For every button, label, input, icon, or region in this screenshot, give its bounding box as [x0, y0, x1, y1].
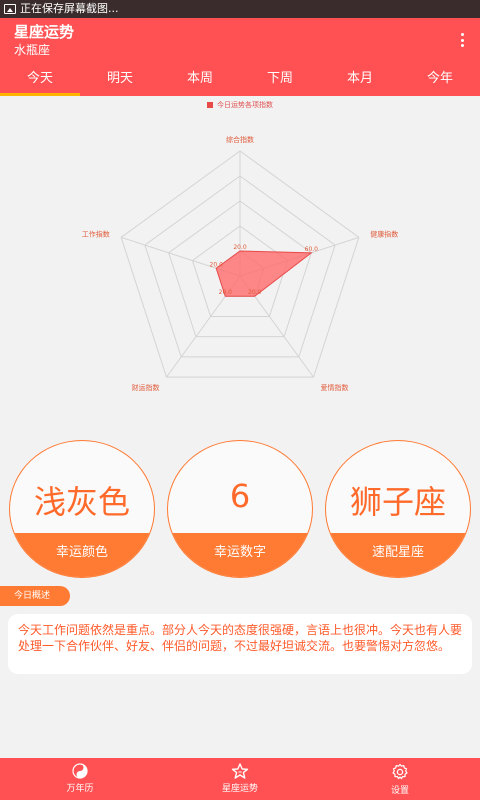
lucky-color-value: 浅灰色: [33, 483, 130, 521]
star-icon: ♒: [231, 763, 249, 779]
lucky-color-card: 浅灰色 幸运颜色: [9, 440, 155, 578]
radar-chart: 20.0 60.0 20.0 20.0 20.0 综合指数健康指数爱情指数 财运指数 工作指数: [82, 135, 399, 392]
radar-chart-area: 今日运势各项指数 20.0 60.0 20.0 20.0 20.0 综合指数 健康指数 爱情指…: [0, 96, 480, 446]
nav-item-calendar[interactable]: 万年历: [0, 758, 160, 800]
gear-icon: [392, 763, 408, 780]
nav-item-horoscope[interactable]: ♒ 星座运势: [160, 758, 320, 800]
tab-today[interactable]: 今天: [0, 66, 80, 96]
radar-value-label: 20.0: [248, 289, 262, 296]
lucky-number-card: 6 幸运数字: [167, 440, 313, 578]
lucky-cards: 浅灰色 幸运颜色 6 幸运数字 狮子座 速配星座: [0, 440, 480, 580]
radar-value-label: 20.0: [219, 289, 233, 296]
tab-tomorrow[interactable]: 明天: [80, 66, 160, 96]
tab-this-year[interactable]: 今年: [400, 66, 480, 96]
match-sign-value: 狮子座: [349, 483, 446, 521]
nav-item-settings[interactable]: 设置: [320, 758, 480, 800]
nav-label-settings: 设置: [390, 786, 409, 796]
radar-axis-label: 健康指数: [370, 230, 398, 239]
period-tabs: 今天 明天 本周 下周 本月 今年: [0, 66, 480, 96]
lucky-number-value: 6: [229, 477, 251, 515]
app-subtitle: 水瓶座: [14, 43, 51, 57]
tab-this-month[interactable]: 本月: [320, 66, 400, 96]
lucky-color-label: 幸运颜色: [10, 533, 154, 577]
notification-text: 正在保存屏幕截图...: [20, 2, 119, 15]
bottom-nav: 万年历 ♒ 星座运势 设置: [0, 758, 480, 800]
radar-axis-label: 综合指数: [226, 135, 254, 144]
app-bar: 星座运势 水瓶座: [0, 18, 480, 66]
match-sign-label: 速配星座: [326, 533, 470, 577]
yin-yang-icon: [72, 763, 88, 779]
summary-text: 今天工作问题依然是重点。部分人今天的态度很强硬，言语上也很冲。今天也有人要处理一…: [8, 614, 472, 674]
lucky-number-label: 幸运数字: [168, 533, 312, 577]
tab-next-week[interactable]: 下周: [240, 66, 320, 96]
image-icon: [4, 4, 16, 14]
more-options-icon[interactable]: [458, 30, 466, 50]
status-bar: 正在保存屏幕截图...: [0, 0, 480, 18]
radar-axis-label: 工作指数: [82, 230, 110, 239]
summary-title: 今日概述: [0, 586, 70, 606]
radar-axis-label: 爱情指数: [321, 383, 349, 392]
radar-axis-label: 财运指数: [131, 383, 159, 392]
svg-text:♒: ♒: [238, 770, 243, 776]
app-title: 星座运势: [14, 23, 75, 41]
tab-this-week[interactable]: 本周: [160, 66, 240, 96]
match-sign-card: 狮子座 速配星座: [325, 440, 471, 578]
radar-value-label: 20.0: [233, 244, 247, 251]
nav-label-calendar: 万年历: [66, 784, 94, 794]
radar-value-label: 20.0: [210, 261, 224, 268]
nav-label-horoscope: 星座运势: [221, 784, 258, 794]
radar-value-label: 60.0: [305, 246, 319, 253]
